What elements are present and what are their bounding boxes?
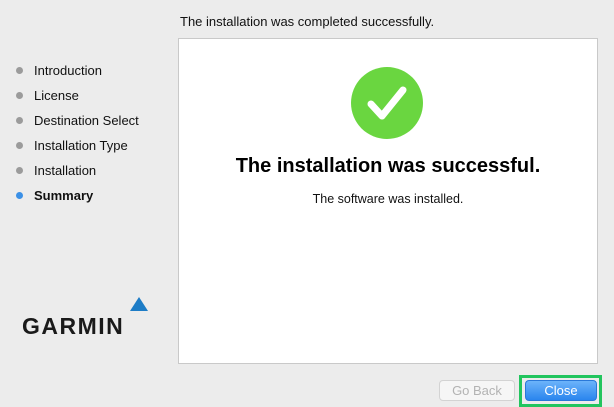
step-installation: Installation <box>16 158 171 183</box>
installer-window: The installation was completed successfu… <box>0 0 614 407</box>
step-dot-icon <box>16 117 23 124</box>
step-dot-icon <box>16 67 23 74</box>
step-label: Destination Select <box>34 113 139 128</box>
step-dot-active-icon <box>16 192 23 199</box>
installer-steps-sidebar: Introduction License Destination Select … <box>16 58 171 208</box>
success-subtitle: The software was installed. <box>312 192 464 206</box>
step-license: License <box>16 83 171 108</box>
step-label: License <box>34 88 79 103</box>
header-status-text: The installation was completed successfu… <box>180 14 435 29</box>
step-dot-icon <box>16 142 23 149</box>
step-dot-icon <box>16 92 23 99</box>
step-label: Installation Type <box>34 138 128 153</box>
success-check-icon <box>351 67 423 139</box>
success-title: The installation was successful. <box>235 155 541 177</box>
step-summary: Summary <box>16 183 171 208</box>
step-label: Summary <box>34 188 94 203</box>
garmin-triangle-icon <box>130 297 148 311</box>
step-introduction: Introduction <box>16 58 171 83</box>
step-label: Introduction <box>34 63 102 78</box>
garmin-logo: GARMIN <box>20 297 160 339</box>
step-destination-select: Destination Select <box>16 108 171 133</box>
logo-wordmark: GARMIN <box>22 313 125 339</box>
step-dot-icon <box>16 167 23 174</box>
close-button[interactable]: Close <box>525 380 597 401</box>
summary-panel: The installation was successful. The sof… <box>178 38 598 364</box>
step-label: Installation <box>34 163 97 178</box>
step-installation-type: Installation Type <box>16 133 171 158</box>
go-back-button[interactable]: Go Back <box>439 380 515 401</box>
